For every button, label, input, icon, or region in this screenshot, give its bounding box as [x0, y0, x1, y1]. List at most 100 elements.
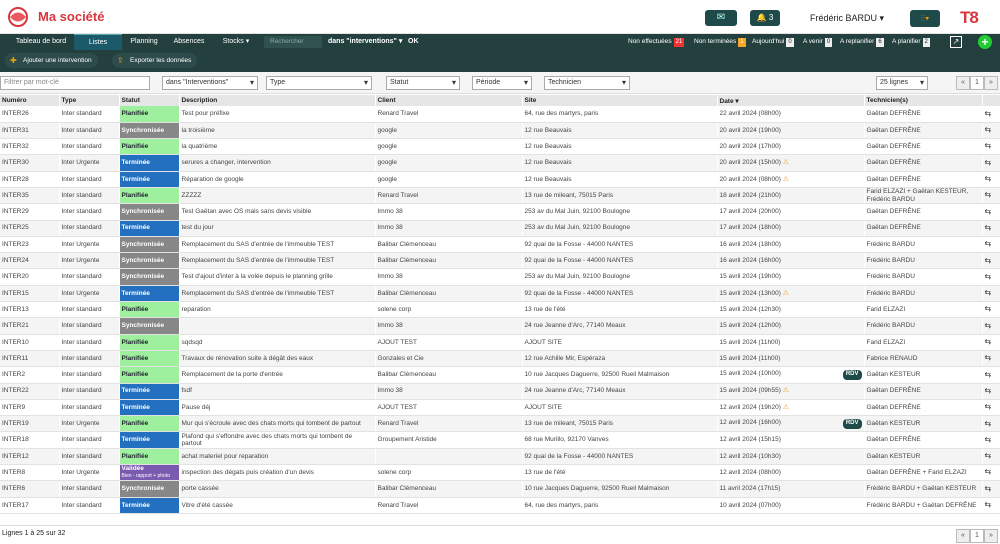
- type-filter-select[interactable]: Type: [266, 76, 372, 90]
- col-client[interactable]: Client: [375, 95, 523, 106]
- mail-button[interactable]: ✉: [705, 10, 737, 26]
- transfer-icon[interactable]: ⇆: [985, 239, 992, 248]
- cell-actions[interactable]: ⇆: [982, 383, 1000, 400]
- nav-listes[interactable]: Listes: [74, 34, 122, 50]
- table-row[interactable]: INTER29 Inter standard Synchronisée Test Ga…: [0, 203, 1000, 221]
- cell-actions[interactable]: ⇆: [982, 203, 1000, 221]
- rows-per-page-select[interactable]: 25 lignes: [876, 76, 928, 90]
- cell-actions[interactable]: ⇆: [982, 154, 1000, 172]
- footer-prev-page-button[interactable]: «: [956, 529, 970, 543]
- col-date[interactable]: Date ▾: [717, 95, 865, 106]
- table-row[interactable]: INTER21 Inter standard Synchronisée Immo 38…: [0, 317, 1000, 335]
- table-row[interactable]: INTER22 Inter standard Terminée fsdf Immo 38…: [0, 383, 1000, 400]
- settings-button[interactable]: ⫶⫶▾: [910, 10, 940, 27]
- cell-actions[interactable]: ⇆: [982, 301, 1000, 319]
- col-techniciens[interactable]: Technicien(s): [864, 95, 983, 106]
- user-menu[interactable]: Frédéric BARDU ▾: [810, 13, 884, 24]
- cell-actions[interactable]: ⇆: [982, 366, 1000, 384]
- cell-actions[interactable]: ⇆: [982, 464, 1000, 482]
- transfer-icon[interactable]: ⇆: [985, 467, 992, 476]
- table-row[interactable]: INTER6 Inter standard Synchronisée porte ca…: [0, 480, 1000, 498]
- cell-actions[interactable]: ⇆: [982, 317, 1000, 335]
- cell-actions[interactable]: ⇆: [982, 106, 1000, 123]
- col-site[interactable]: Site: [522, 95, 718, 106]
- table-row[interactable]: INTER30 Inter Urgente Terminée serures a ch…: [0, 154, 1000, 172]
- technician-filter-select[interactable]: Technicien: [544, 76, 630, 90]
- search-scope-select[interactable]: dans "interventions" ▾: [328, 34, 402, 50]
- export-data-button[interactable]: ⇪ Exporter les données: [112, 53, 198, 68]
- table-row[interactable]: INTER11 Inter standard Planifiée Travaux de…: [0, 350, 1000, 368]
- notifications-button[interactable]: 🔔 3: [750, 10, 780, 26]
- transfer-icon[interactable]: ⇆: [985, 500, 992, 509]
- keyword-filter-input[interactable]: Filtrer par mot-clé: [0, 76, 150, 90]
- stat-aujourdhui[interactable]: Aujourd'hui 0: [752, 34, 794, 50]
- cell-actions[interactable]: ⇆: [982, 268, 1000, 286]
- cell-actions[interactable]: ⇆: [982, 415, 1000, 433]
- transfer-icon[interactable]: ⇆: [985, 451, 992, 460]
- cell-actions[interactable]: ⇆: [982, 187, 1000, 205]
- stat-non-effectuees[interactable]: Non effectuées 21: [628, 34, 685, 50]
- table-row[interactable]: INTER32 Inter standard Planifiée la quatriè…: [0, 138, 1000, 156]
- cell-actions[interactable]: ⇆: [982, 252, 1000, 270]
- col-type[interactable]: Type: [59, 95, 120, 106]
- table-row[interactable]: INTER20 Inter standard Synchronisée Test d'…: [0, 268, 1000, 286]
- table-row[interactable]: INTER13 Inter standard Planifiée reparation…: [0, 301, 1000, 319]
- transfer-icon[interactable]: ⇆: [985, 484, 992, 493]
- stat-a-venir[interactable]: A venir 0: [803, 34, 833, 50]
- table-row[interactable]: INTER15 Inter Urgente Terminée Remplacement…: [0, 285, 1000, 303]
- table-row[interactable]: INTER17 Inter standard Terminée Vitre d'été…: [0, 497, 1000, 514]
- table-row[interactable]: INTER28 Inter standard Terminée Réparation …: [0, 171, 1000, 188]
- cell-actions[interactable]: ⇆: [982, 334, 1000, 351]
- transfer-icon[interactable]: ⇆: [985, 288, 992, 297]
- transfer-icon[interactable]: ⇆: [985, 109, 992, 118]
- scope-filter-select[interactable]: dans "Interventions": [162, 76, 258, 90]
- col-statut[interactable]: Statut: [119, 95, 180, 106]
- period-filter-select[interactable]: Période: [472, 76, 532, 90]
- table-row[interactable]: INTER25 Inter standard Terminée test du jou…: [0, 220, 1000, 237]
- transfer-icon[interactable]: ⇆: [985, 174, 992, 183]
- footer-page-number[interactable]: 1: [970, 529, 984, 543]
- table-row[interactable]: INTER18 Inter standard Terminée Plafond qui…: [0, 431, 1000, 449]
- transfer-icon[interactable]: ⇆: [985, 419, 992, 428]
- transfer-icon[interactable]: ⇆: [985, 125, 992, 134]
- cell-actions[interactable]: ⇆: [982, 480, 1000, 498]
- cell-actions[interactable]: ⇆: [982, 236, 1000, 254]
- transfer-icon[interactable]: ⇆: [985, 256, 992, 265]
- col-description[interactable]: Description: [179, 95, 376, 106]
- nav-planning[interactable]: Planning: [124, 34, 164, 50]
- transfer-icon[interactable]: ⇆: [985, 435, 992, 444]
- status-filter-select[interactable]: Statut: [386, 76, 460, 90]
- nav-stocks[interactable]: Stocks ▾: [214, 34, 258, 50]
- footer-next-page-button[interactable]: »: [984, 529, 998, 543]
- prev-page-button[interactable]: «: [956, 76, 970, 90]
- cell-actions[interactable]: ⇆: [982, 497, 1000, 514]
- transfer-icon[interactable]: ⇆: [985, 141, 992, 150]
- add-intervention-button[interactable]: ✚ Ajouter une intervention: [5, 53, 98, 68]
- transfer-icon[interactable]: ⇆: [985, 321, 992, 330]
- search-ok-button[interactable]: OK: [408, 34, 419, 50]
- table-row[interactable]: INTER9 Inter standard Terminée Pause déj AJO…: [0, 399, 1000, 417]
- transfer-icon[interactable]: ⇆: [985, 207, 992, 216]
- page-number[interactable]: 1: [970, 76, 984, 90]
- transfer-icon[interactable]: ⇆: [985, 223, 992, 232]
- cell-actions[interactable]: ⇆: [982, 285, 1000, 303]
- stat-a-planifier[interactable]: A planifier 2: [892, 34, 930, 50]
- cell-actions[interactable]: ⇆: [982, 350, 1000, 368]
- transfer-icon[interactable]: ⇆: [985, 304, 992, 313]
- transfer-icon[interactable]: ⇆: [985, 386, 992, 395]
- table-row[interactable]: INTER2 Inter standard Planifiée Remplacemen…: [0, 366, 1000, 384]
- transfer-icon[interactable]: ⇆: [985, 353, 992, 362]
- cell-actions[interactable]: ⇆: [982, 171, 1000, 188]
- table-row[interactable]: INTER19 Inter Urgente Planifiée Mur qui s'é…: [0, 415, 1000, 433]
- transfer-icon[interactable]: ⇆: [985, 402, 992, 411]
- cell-actions[interactable]: ⇆: [982, 220, 1000, 237]
- stat-a-replanifier[interactable]: A replanifier 6: [840, 34, 884, 50]
- table-row[interactable]: INTER10 Inter standard Planifiée sqdsqd AJOU…: [0, 334, 1000, 351]
- cell-actions[interactable]: ⇆: [982, 138, 1000, 156]
- col-numero[interactable]: Numéro: [0, 95, 60, 106]
- external-link-icon[interactable]: ↗: [950, 36, 962, 48]
- transfer-icon[interactable]: ⇆: [985, 158, 992, 167]
- cell-actions[interactable]: ⇆: [982, 399, 1000, 417]
- transfer-icon[interactable]: ⇆: [985, 337, 992, 346]
- nav-absences[interactable]: Absences: [168, 34, 210, 50]
